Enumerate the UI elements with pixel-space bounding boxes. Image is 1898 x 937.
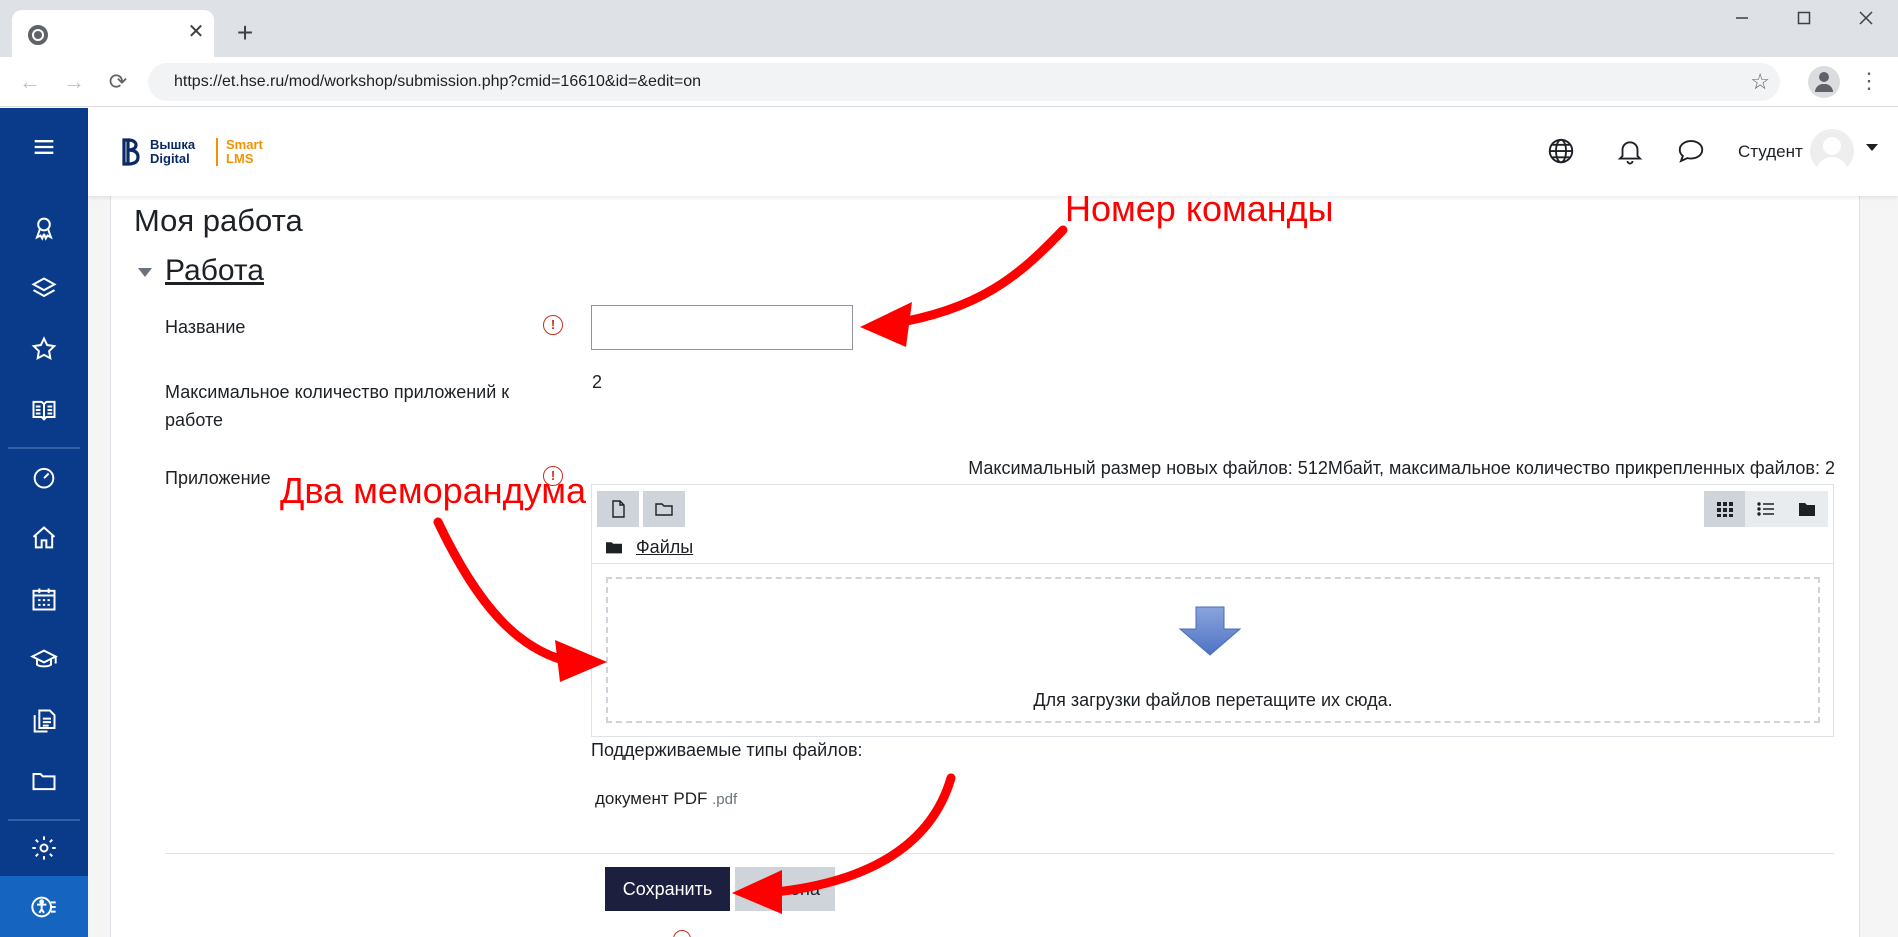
browser-menu-icon[interactable]: ⋮ bbox=[1858, 68, 1880, 94]
browser-tab-bar: ✕ + bbox=[0, 0, 1898, 57]
max-attachments-label: Максимальное количество приложений к раб… bbox=[165, 378, 509, 434]
title-label: Название bbox=[165, 317, 246, 337]
files-folder-link[interactable]: Файлы bbox=[636, 537, 693, 558]
attachment-label: Приложение bbox=[165, 468, 271, 488]
user-avatar[interactable] bbox=[1810, 129, 1854, 173]
hamburger-menu-icon[interactable] bbox=[0, 123, 88, 171]
documents-icon[interactable] bbox=[0, 697, 88, 745]
site-header: Вышка Digital Smart LMS Студент bbox=[88, 108, 1898, 196]
new-tab-button[interactable]: + bbox=[230, 18, 260, 48]
browser-tab[interactable]: ✕ bbox=[12, 10, 214, 57]
site-logo[interactable]: Вышка Digital Smart LMS bbox=[122, 136, 276, 168]
list-view-icon[interactable] bbox=[1745, 491, 1786, 527]
forward-arrow-icon[interactable]: → bbox=[60, 68, 88, 96]
cancel-button[interactable]: ена bbox=[735, 867, 835, 911]
grid-view-icon[interactable] bbox=[1704, 491, 1745, 527]
filepicker-divider bbox=[592, 563, 1833, 564]
settings-gear-icon[interactable] bbox=[0, 824, 88, 872]
max-attachments-value: 2 bbox=[592, 372, 603, 392]
dashboard-gauge-icon[interactable] bbox=[0, 453, 88, 501]
nav-divider bbox=[8, 819, 80, 821]
open-book-icon[interactable] bbox=[0, 386, 88, 434]
max-attachments-label-line1: Максимальное количество приложений к bbox=[165, 382, 510, 402]
user-menu-caret-icon[interactable] bbox=[1866, 144, 1878, 151]
supported-types-label: Поддерживаемые типы файлов: bbox=[591, 740, 863, 760]
layers-icon[interactable] bbox=[0, 265, 88, 313]
reload-icon[interactable]: ⟳ bbox=[104, 68, 132, 96]
section-collapse-icon[interactable] bbox=[138, 268, 152, 277]
bell-notifications-icon[interactable] bbox=[1615, 136, 1647, 168]
hse-logo-icon bbox=[122, 138, 140, 166]
required-icon: ! bbox=[543, 315, 563, 335]
bookmark-star-icon[interactable]: ☆ bbox=[1750, 69, 1770, 95]
logo-brand2: LMS bbox=[226, 151, 254, 166]
accessibility-icon[interactable] bbox=[0, 876, 88, 937]
award-icon[interactable] bbox=[0, 204, 88, 252]
dropzone-text: Для загрузки файлов перетащите их сюда. bbox=[1033, 690, 1393, 710]
browser-toolbar: ← → ⟳ https://et.hse.ru/mod/workshop/sub… bbox=[0, 57, 1898, 107]
left-navigation bbox=[0, 108, 88, 937]
logo-text-smartlms: Smart LMS bbox=[226, 138, 276, 166]
logo-line2: Digital bbox=[150, 151, 190, 166]
address-url[interactable]: https://et.hse.ru/mod/workshop/submissio… bbox=[174, 73, 701, 91]
logo-divider bbox=[216, 138, 218, 166]
add-file-button[interactable] bbox=[597, 491, 639, 527]
calendar-icon[interactable] bbox=[0, 575, 88, 623]
minimize-icon[interactable] bbox=[1722, 8, 1762, 32]
tab-close-icon[interactable]: ✕ bbox=[184, 20, 208, 44]
cancel-label: ена bbox=[790, 878, 820, 899]
create-folder-button[interactable] bbox=[643, 491, 685, 527]
supported-type-name: документ PDF bbox=[595, 789, 708, 808]
save-button[interactable]: Сохранить bbox=[605, 867, 730, 911]
window-close-icon[interactable] bbox=[1846, 8, 1886, 32]
max-file-info: Максимальный размер новых файлов: 512Мба… bbox=[968, 458, 1835, 478]
logo-brand1: Smart bbox=[226, 137, 263, 152]
nav-divider bbox=[8, 447, 80, 449]
title-input[interactable] bbox=[591, 305, 853, 350]
globe-language-icon[interactable] bbox=[1546, 136, 1578, 168]
section-title[interactable]: Работа bbox=[165, 254, 264, 288]
filepicker-path: Файлы bbox=[606, 535, 693, 559]
folder-icon[interactable] bbox=[0, 757, 88, 805]
home-icon[interactable] bbox=[0, 514, 88, 562]
annotation-team-number: Номер команды bbox=[1065, 188, 1334, 229]
back-arrow-icon[interactable]: ← bbox=[16, 68, 44, 96]
maximize-icon[interactable] bbox=[1784, 8, 1824, 32]
supported-type-ext: .pdf bbox=[712, 791, 738, 808]
view-switcher bbox=[1704, 491, 1828, 527]
form-divider bbox=[165, 853, 1834, 854]
page-title: Моя работа bbox=[134, 203, 303, 238]
download-arrow-icon bbox=[1178, 606, 1242, 656]
profile-icon[interactable] bbox=[1808, 66, 1840, 98]
max-attachments-label-line2: работе bbox=[165, 410, 223, 430]
annotation-two-memos: Два меморандума bbox=[280, 470, 586, 511]
file-dropzone[interactable]: Для загрузки файлов перетащите их сюда. bbox=[606, 577, 1820, 723]
logo-line1: Вышка bbox=[150, 137, 196, 152]
filepicker: Файлы Для загрузки файлов перетащите их … bbox=[591, 484, 1834, 737]
user-name[interactable]: Студент bbox=[1738, 142, 1803, 162]
graduation-cap-icon[interactable] bbox=[0, 636, 88, 684]
address-bar[interactable]: https://et.hse.ru/mod/workshop/submissio… bbox=[148, 63, 1780, 101]
chat-bubble-icon[interactable] bbox=[1676, 136, 1708, 168]
star-icon[interactable] bbox=[0, 325, 88, 373]
tree-view-folder-icon[interactable] bbox=[1786, 491, 1827, 527]
supported-type-pdf: документ PDF .pdf bbox=[595, 789, 737, 809]
chrome-favicon-icon bbox=[28, 25, 48, 45]
folder-icon bbox=[606, 542, 622, 554]
logo-text-vyshka: Вышка Digital bbox=[150, 138, 208, 166]
